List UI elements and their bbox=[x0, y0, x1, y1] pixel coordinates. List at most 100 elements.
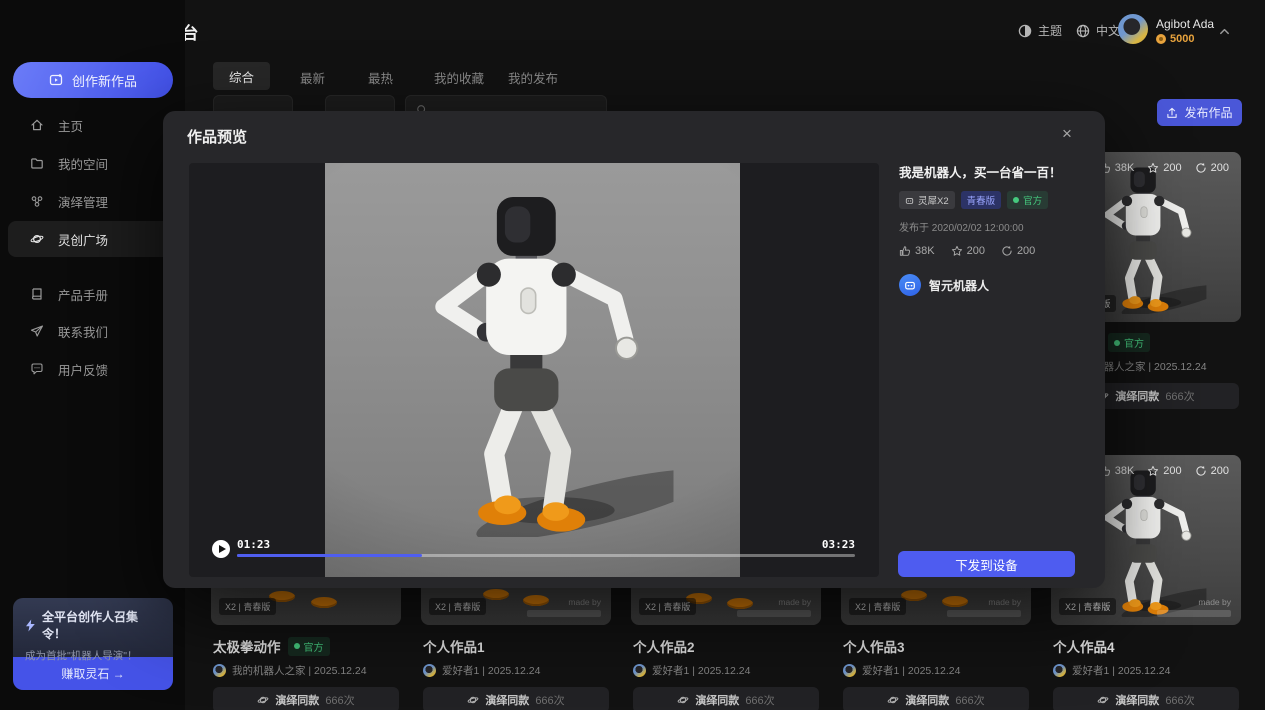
planet-icon bbox=[677, 694, 689, 706]
work-author-name: 智元机器人 bbox=[929, 277, 989, 294]
card-title: 个人作品4 bbox=[1053, 636, 1115, 656]
close-icon[interactable]: × bbox=[1062, 124, 1072, 144]
tab-my-favorites[interactable]: 我的收藏 bbox=[434, 68, 484, 87]
progress-fill bbox=[237, 554, 422, 557]
modal-title: 作品预览 bbox=[187, 126, 247, 147]
app-window: Link raft 灵创平台 主题 中文 Agibot Ada 5000 bbox=[0, 0, 1265, 710]
watermark-line2 bbox=[1157, 610, 1231, 617]
watermark-line2 bbox=[737, 610, 811, 617]
share-icon bbox=[1195, 162, 1207, 174]
tab-my-published[interactable]: 我的发布 bbox=[508, 68, 558, 87]
card-author-row: 我的机器人之家 | 2025.12.24 bbox=[213, 663, 399, 678]
stars-count: 200 bbox=[1163, 162, 1181, 174]
author-avatar bbox=[1053, 664, 1066, 677]
made-by-watermark: made by bbox=[527, 597, 601, 617]
theme-label: 主题 bbox=[1038, 22, 1062, 39]
author-and-date: 我的机器人之家 | 2025.12.24 bbox=[232, 663, 367, 678]
user-avatar[interactable] bbox=[1118, 14, 1148, 44]
tab-comprehensive[interactable]: 综合 bbox=[213, 62, 270, 90]
planet-icon bbox=[467, 694, 479, 706]
card-author-row: 爱好者1 | 2025.12.24 bbox=[843, 663, 1029, 678]
watermark-line2 bbox=[947, 610, 1021, 617]
remix-same-button[interactable]: 演绎同款 666次 bbox=[843, 687, 1029, 710]
create-new-work-button[interactable]: 创作新作品 bbox=[13, 62, 173, 98]
made-by-watermark: made by bbox=[1157, 597, 1231, 617]
robot-face-icon bbox=[905, 196, 914, 205]
official-badge: 官方 bbox=[1108, 333, 1150, 352]
sidebar-item-label: 产品手册 bbox=[58, 285, 108, 304]
official-badge: 官方 bbox=[288, 637, 330, 656]
sidebar-item-label: 用户反馈 bbox=[58, 360, 108, 379]
watermark-line2 bbox=[527, 610, 601, 617]
user-name: Agibot Ada bbox=[1156, 17, 1214, 31]
likes-count: 38K bbox=[1115, 162, 1135, 174]
work-detail-panel: 我是机器人，买一台省一百！ 灵犀X2 青春版 官方 发布于 2020/02/02… bbox=[899, 162, 1081, 296]
paper-plane-icon bbox=[30, 324, 44, 338]
official-dot-icon bbox=[1013, 197, 1019, 203]
author-and-date: 爱好者1 | 2025.12.24 bbox=[1072, 663, 1170, 678]
theme-icon bbox=[1018, 24, 1032, 38]
work-stats: 38K 200 200 bbox=[899, 245, 1081, 257]
sidebar-item-label: 联系我们 bbox=[58, 322, 108, 341]
planet-icon bbox=[30, 232, 44, 246]
card-title: 个人作品3 bbox=[843, 636, 905, 656]
model-edition-tag: X2 | 青春版 bbox=[849, 598, 906, 615]
tab-hottest[interactable]: 最热 bbox=[368, 68, 393, 87]
author-robot-avatar bbox=[899, 274, 921, 296]
promo-title: 全平台创作人召集令！ bbox=[42, 608, 161, 642]
current-time: 01:23 bbox=[237, 538, 270, 551]
send-to-device-button[interactable]: 下发到设备 bbox=[898, 551, 1075, 577]
video-frame bbox=[325, 163, 740, 577]
publish-work-button[interactable]: 发布作品 bbox=[1157, 99, 1242, 126]
card-title: 个人作品2 bbox=[633, 636, 695, 656]
publish-work-label: 发布作品 bbox=[1184, 104, 1232, 121]
sidebar-item-label: 灵创广场 bbox=[58, 230, 108, 249]
author-avatar bbox=[633, 664, 646, 677]
theme-toggle[interactable]: 主题 bbox=[1018, 22, 1062, 39]
chevron-up-icon[interactable] bbox=[1218, 25, 1231, 38]
video-player[interactable]: 01:23 03:23 bbox=[189, 163, 879, 577]
creator-recruit-body: 全平台创作人召集令！ 成为首批"机器人导演"！ bbox=[13, 598, 173, 657]
model-edition-tag: X2 | 青春版 bbox=[219, 598, 276, 615]
sidebar-item-my-space[interactable]: 我的空间 bbox=[8, 145, 177, 181]
remix-same-button[interactable]: 演绎同款 666次 bbox=[1053, 687, 1239, 710]
card-title: 太极拳动作 bbox=[213, 636, 281, 656]
star-icon bbox=[951, 245, 963, 257]
robot-face-icon bbox=[904, 279, 916, 291]
author-avatar bbox=[423, 664, 436, 677]
star-icon bbox=[1147, 162, 1159, 174]
sidebar-item-home[interactable]: 主页 bbox=[8, 107, 177, 143]
sidebar-item-contact-us[interactable]: 联系我们 bbox=[8, 313, 177, 349]
remix-same-button[interactable]: 演绎同款 666次 bbox=[213, 687, 399, 710]
shares-count: 200 bbox=[1211, 465, 1229, 477]
work-preview-modal: 作品预览 × 01:23 03:23 我是机器人，买一台省一百！ 灵 bbox=[163, 111, 1105, 588]
author-avatar bbox=[843, 664, 856, 677]
user-block: Agibot Ada 5000 bbox=[1156, 17, 1214, 45]
play-button[interactable] bbox=[212, 540, 230, 558]
model-edition-tag: X2 | 青春版 bbox=[1059, 598, 1116, 615]
globe-icon bbox=[1076, 24, 1090, 38]
planet-icon bbox=[257, 694, 269, 706]
user-coins: 5000 bbox=[1156, 33, 1214, 45]
sidebar-item-product-manual[interactable]: 产品手册 bbox=[8, 276, 177, 312]
sidebar-item-user-feedback[interactable]: 用户反馈 bbox=[8, 351, 177, 387]
made-by-watermark: made by bbox=[947, 597, 1021, 617]
remix-same-button[interactable]: 演绎同款 666次 bbox=[423, 687, 609, 710]
stars-count: 200 bbox=[967, 245, 985, 257]
language-label: 中文 bbox=[1096, 22, 1120, 39]
work-author-row[interactable]: 智元机器人 bbox=[899, 274, 1081, 296]
coin-icon bbox=[1156, 34, 1166, 44]
progress-bar[interactable] bbox=[237, 554, 855, 557]
card-image-stats: 38K 200 200 bbox=[1099, 162, 1229, 174]
sidebar-item-label: 演绎管理 bbox=[58, 192, 108, 211]
remix-same-button[interactable]: 演绎同款 666次 bbox=[633, 687, 819, 710]
card-image-stats: 38K 200 200 bbox=[1099, 465, 1229, 477]
robot-video bbox=[392, 189, 673, 537]
chat-bubble-icon bbox=[30, 362, 44, 376]
stars-count: 200 bbox=[1163, 465, 1181, 477]
sidebar-item-lingchuang-plaza[interactable]: 灵创广场 bbox=[8, 221, 177, 257]
planet-icon bbox=[1097, 694, 1109, 706]
language-switcher[interactable]: 中文 bbox=[1076, 22, 1120, 39]
tab-newest[interactable]: 最新 bbox=[300, 68, 325, 87]
sidebar-item-performance-management[interactable]: 演绎管理 bbox=[8, 183, 177, 219]
